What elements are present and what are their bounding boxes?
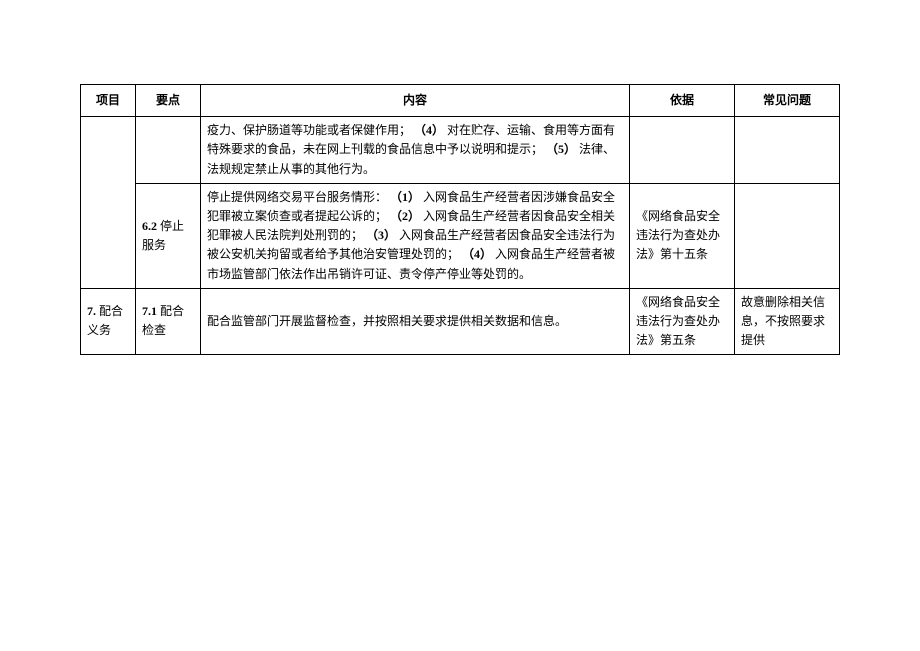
header-point: 要点 xyxy=(136,85,201,117)
content-bold: （4） xyxy=(414,123,444,137)
project-number: 7. xyxy=(87,304,96,318)
cell-content-row2: 停止提供网络交易平台服务情形： （1） 入网食品生产经营者因涉嫌食品安全犯罪被立… xyxy=(201,183,630,288)
table-row: 6.2 停止服务 停止提供网络交易平台服务情形： （1） 入网食品生产经营者因涉… xyxy=(81,183,840,288)
cell-content-row3: 配合监管部门开展监督检查，并按照相关要求提供相关数据和信息。 xyxy=(201,288,630,355)
header-project: 项目 xyxy=(81,85,136,117)
cell-point-empty xyxy=(136,117,201,184)
content-bold: （5） xyxy=(546,142,576,156)
point-number: 6.2 xyxy=(142,219,157,233)
table-row: 疫力、保护肠道等功能或者保健作用； （4） 对在贮存、运输、食用等方面有特殊要求… xyxy=(81,117,840,184)
cell-project-7: 7. 配合义务 xyxy=(81,288,136,355)
table-header-row: 项目 要点 内容 依据 常见问题 xyxy=(81,85,840,117)
cell-point-6-2: 6.2 停止服务 xyxy=(136,183,201,288)
content-text: 停止提供网络交易平台服务情形： xyxy=(207,190,387,204)
content-text: 疫力、保护肠道等功能或者保健作用； xyxy=(207,123,411,137)
cell-basis-row3: 《网络食品安全违法行为查处办法》第五条 xyxy=(630,288,735,355)
cell-issue-row3: 故意删除相关信息，不按照要求提供 xyxy=(735,288,840,355)
cell-issue-empty xyxy=(735,117,840,184)
header-content: 内容 xyxy=(201,85,630,117)
cell-basis-empty xyxy=(630,117,735,184)
table-row: 7. 配合义务 7.1 配合检查 配合监管部门开展监督检查，并按照相关要求提供相… xyxy=(81,288,840,355)
cell-content-row1: 疫力、保护肠道等功能或者保健作用； （4） 对在贮存、运输、食用等方面有特殊要求… xyxy=(201,117,630,184)
cell-project-empty xyxy=(81,117,136,289)
regulation-table: 项目 要点 内容 依据 常见问题 疫力、保护肠道等功能或者保健作用； （4） 对… xyxy=(80,84,840,355)
header-basis: 依据 xyxy=(630,85,735,117)
cell-basis-row2: 《网络食品安全违法行为查处办法》第十五条 xyxy=(630,183,735,288)
content-bold: （1） xyxy=(390,190,420,204)
cell-point-7-1: 7.1 配合检查 xyxy=(136,288,201,355)
point-number: 7.1 xyxy=(142,304,157,318)
header-issue: 常见问题 xyxy=(735,85,840,117)
content-bold: （2） xyxy=(390,209,420,223)
content-bold: （4） xyxy=(462,247,492,261)
content-bold: （3） xyxy=(366,228,396,242)
cell-issue-empty xyxy=(735,183,840,288)
